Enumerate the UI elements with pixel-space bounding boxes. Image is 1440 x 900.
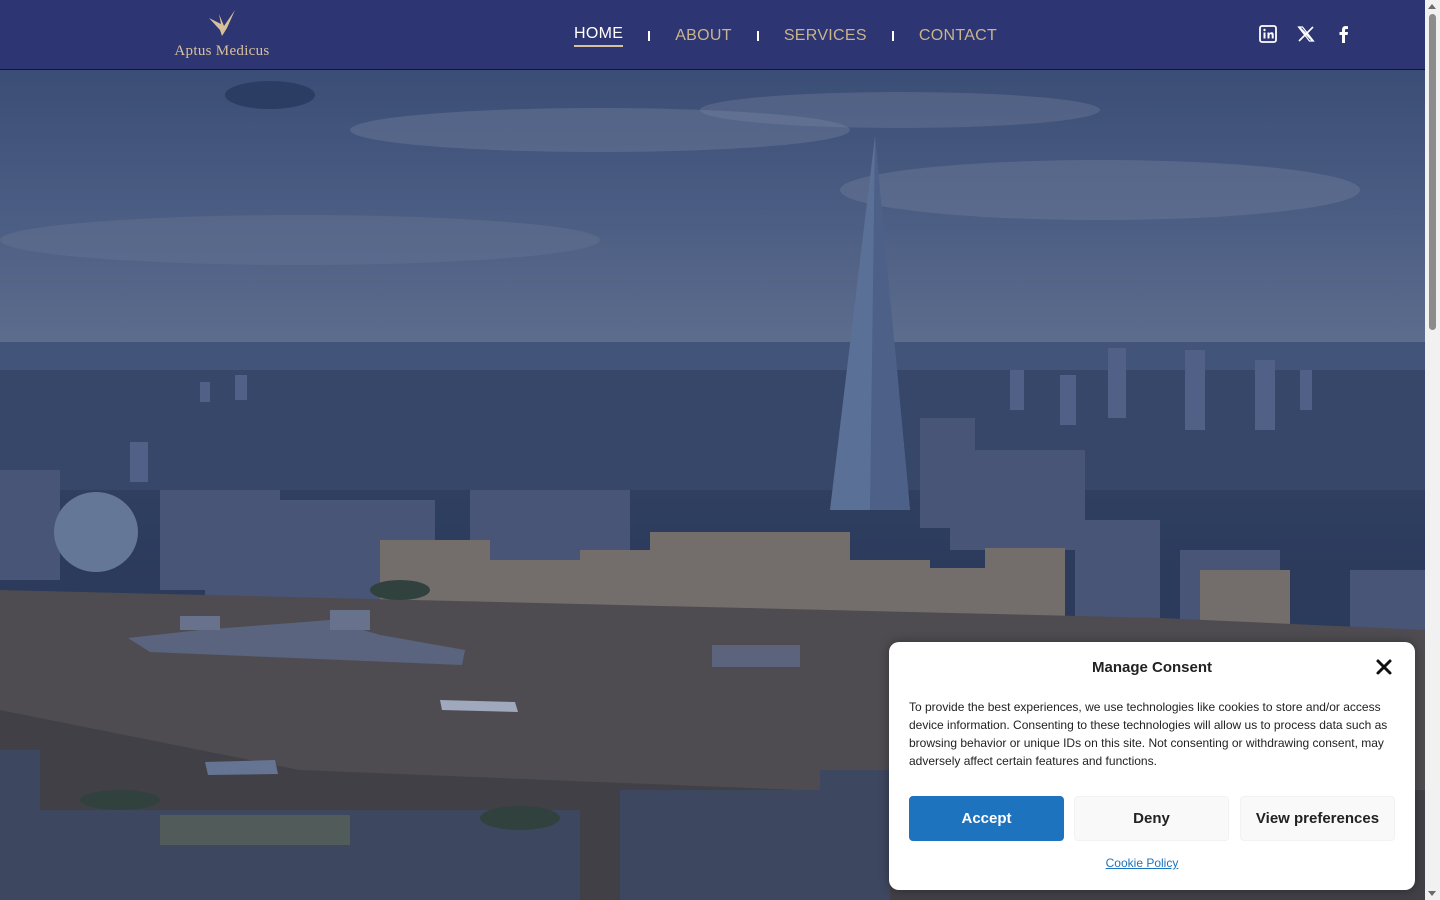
nav-services[interactable]: SERVICES <box>784 26 867 46</box>
facebook-icon[interactable] <box>1335 25 1353 43</box>
nav-contact[interactable]: CONTACT <box>919 26 997 46</box>
view-preferences-button[interactable]: View preferences <box>1240 796 1395 841</box>
scroll-up-arrow-icon[interactable] <box>1428 4 1436 9</box>
site-logo[interactable]: Aptus Medicus <box>172 10 272 62</box>
deny-button[interactable]: Deny <box>1074 796 1229 841</box>
bird-logo-icon <box>209 10 235 36</box>
consent-message: To provide the best experiences, we use … <box>909 700 1388 768</box>
nav-divider <box>756 30 759 41</box>
cookie-policy-link[interactable]: Cookie Policy <box>889 856 1395 870</box>
linkedin-icon[interactable] <box>1259 25 1277 43</box>
main-nav: HOME ABOUT SERVICES CONTACT <box>574 24 997 47</box>
cookie-consent-dialog: Manage Consent To provide the best exper… <box>889 642 1415 890</box>
nav-home[interactable]: HOME <box>574 24 624 47</box>
nav-divider <box>891 30 894 41</box>
close-icon[interactable] <box>1375 658 1393 676</box>
x-twitter-icon[interactable] <box>1297 25 1315 43</box>
logo-text: Aptus Medicus <box>174 43 270 59</box>
nav-divider <box>648 30 651 41</box>
scroll-down-arrow-icon[interactable] <box>1428 891 1436 896</box>
page-scrollbar[interactable] <box>1425 0 1440 900</box>
accept-button[interactable]: Accept <box>909 796 1064 841</box>
social-links <box>1259 25 1353 43</box>
site-header: Aptus Medicus HOME ABOUT SERVICES CONTAC… <box>0 0 1425 70</box>
nav-about[interactable]: ABOUT <box>675 26 732 46</box>
scroll-thumb[interactable] <box>1429 14 1436 330</box>
consent-title: Manage Consent <box>1091 659 1212 676</box>
